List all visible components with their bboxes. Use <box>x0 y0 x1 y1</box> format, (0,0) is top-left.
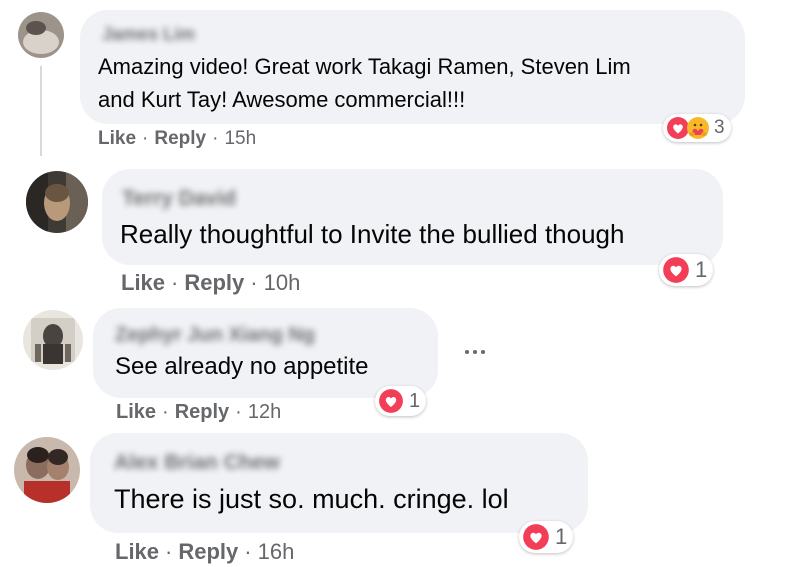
like-link[interactable]: Like <box>121 270 165 296</box>
comment-timestamp[interactable]: 12h <box>248 401 281 424</box>
like-link[interactable]: Like <box>116 401 156 424</box>
separator: · <box>250 270 258 295</box>
comment-timestamp[interactable]: 10h <box>264 270 301 296</box>
more-options-button[interactable] <box>460 342 490 362</box>
comment-text-line: Amazing video! Great work Takagi Ramen, … <box>98 54 631 79</box>
reaction-summary[interactable]: 3 <box>663 114 731 142</box>
love-icon <box>523 524 549 550</box>
more-dot <box>481 350 485 354</box>
reaction-summary[interactable]: 1 <box>659 254 714 286</box>
more-dot <box>473 350 477 354</box>
love-icon <box>663 257 689 283</box>
comment-actions: Like · Reply · 12h <box>116 401 281 424</box>
comment-text-line: See already no appetite <box>115 353 369 380</box>
separator: · <box>142 128 149 149</box>
reaction-count: 3 <box>714 117 725 138</box>
reaction-count: 1 <box>695 257 708 282</box>
comment-bubble: Alex Brian Chew There is just so. much. … <box>90 433 588 533</box>
reaction-count: 1 <box>555 524 568 549</box>
like-link[interactable]: Like <box>115 539 159 565</box>
avatar[interactable] <box>18 12 64 58</box>
separator: · <box>244 539 252 564</box>
thread-connector-line <box>40 66 42 156</box>
comment-timestamp[interactable]: 15h <box>224 128 256 150</box>
reply-link[interactable]: Reply <box>184 270 244 296</box>
comment-author[interactable]: Terry David <box>122 187 236 211</box>
care-icon <box>687 117 709 139</box>
reply-link[interactable]: Reply <box>154 128 206 150</box>
reaction-count: 1 <box>409 389 421 412</box>
comment-author[interactable]: Alex Brian Chew <box>114 451 280 475</box>
comment-actions: Like · Reply · 15h <box>98 128 256 150</box>
like-link[interactable]: Like <box>98 128 136 150</box>
comment-author[interactable]: James Lim <box>102 24 195 45</box>
separator: · <box>171 270 179 295</box>
reply-link[interactable]: Reply <box>175 401 229 424</box>
reaction-summary[interactable]: 1 <box>375 386 427 416</box>
avatar[interactable] <box>14 437 80 503</box>
more-dot <box>465 350 469 354</box>
comment-bubble: Zephyr Jun Xiang Ng See already no appet… <box>93 308 438 398</box>
separator: · <box>165 539 173 564</box>
comment-actions: Like · Reply · 16h <box>115 539 294 565</box>
comment-timestamp[interactable]: 16h <box>258 539 295 565</box>
separator: · <box>212 128 219 149</box>
comment-bubble: James Lim Amazing video! Great work Taka… <box>80 10 745 124</box>
separator: · <box>235 401 242 423</box>
avatar[interactable] <box>26 171 88 233</box>
comment-actions: Like · Reply · 10h <box>121 270 300 296</box>
comment-bubble: Terry David Really thoughtful to Invite … <box>102 169 723 265</box>
avatar[interactable] <box>23 310 83 370</box>
separator: · <box>162 401 169 423</box>
reply-link[interactable]: Reply <box>178 539 238 565</box>
reaction-summary[interactable]: 1 <box>519 521 574 553</box>
comment-text-line: Really thoughtful to Invite the bullied … <box>120 219 625 249</box>
comment-text-line: and Kurt Tay! Awesome commercial!!! <box>98 87 466 112</box>
comment-author[interactable]: Zephyr Jun Xiang Ng <box>115 324 315 347</box>
love-icon <box>379 389 403 413</box>
comment-text-line: There is just so. much. cringe. lol <box>114 484 509 514</box>
